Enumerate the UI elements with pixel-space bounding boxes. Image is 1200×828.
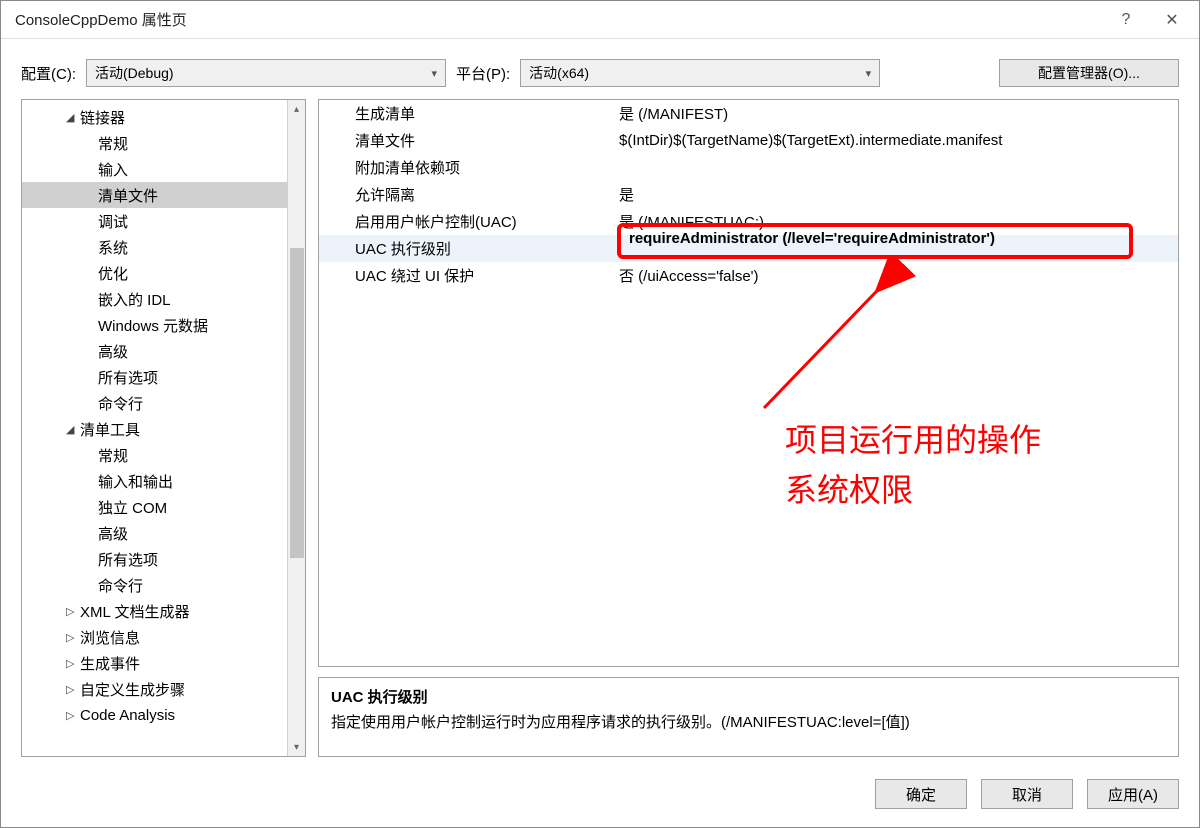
tree-item[interactable]: 常规 <box>22 130 287 156</box>
tree-node-xml-doc[interactable]: ▷XML 文档生成器 <box>22 598 287 624</box>
tree-node-code-analysis[interactable]: ▷Code Analysis <box>22 702 287 728</box>
tree-item[interactable]: 高级 <box>22 520 287 546</box>
tree-item[interactable]: 输入 <box>22 156 287 182</box>
tree-node-manifest-tool[interactable]: ◢清单工具 <box>22 416 287 442</box>
tree-item[interactable]: 常规 <box>22 442 287 468</box>
description-text: 指定使用用户帐户控制运行时为应用程序请求的执行级别。(/MANIFESTUAC:… <box>331 711 1166 732</box>
tree-item[interactable]: 所有选项 <box>22 364 287 390</box>
ok-button[interactable]: 确定 <box>875 779 967 809</box>
apply-button[interactable]: 应用(A) <box>1087 779 1179 809</box>
platform-dropdown[interactable]: 活动(x64) ▾ <box>520 59 880 87</box>
config-label: 配置(C): <box>21 63 76 84</box>
tree-panel: ◢链接器 常规 输入 清单文件 调试 系统 优化 嵌入的 IDL Windows… <box>21 99 306 757</box>
chevron-down-icon: ▾ <box>866 67 872 80</box>
prop-row-additional-deps[interactable]: 附加清单依赖项 <box>319 154 1178 181</box>
titlebar: ConsoleCppDemo 属性页 ? ✕ <box>1 1 1199 39</box>
tree-scrollbar[interactable]: ▴ ▾ <box>287 100 305 756</box>
titlebar-buttons: ? ✕ <box>1103 4 1195 36</box>
tree-item[interactable]: 调试 <box>22 208 287 234</box>
description-title: UAC 执行级别 <box>331 686 1166 707</box>
properties-panel: 生成清单 是 (/MANIFEST) 清单文件 $(IntDir)$(Targe… <box>318 99 1179 667</box>
footer-buttons: 确定 取消 应用(A) <box>1 767 1199 827</box>
scroll-down-icon[interactable]: ▾ <box>288 738 305 756</box>
window-title: ConsoleCppDemo 属性页 <box>15 9 1103 30</box>
prop-row-manifest-file[interactable]: 清单文件 $(IntDir)$(TargetName)$(TargetExt).… <box>319 127 1178 154</box>
config-row: 配置(C): 活动(Debug) ▾ 平台(P): 活动(x64) ▾ 配置管理… <box>1 39 1199 99</box>
config-dropdown[interactable]: 活动(Debug) ▾ <box>86 59 446 87</box>
tree-node-linker[interactable]: ◢链接器 <box>22 104 287 130</box>
right-panel: 生成清单 是 (/MANIFEST) 清单文件 $(IntDir)$(Targe… <box>318 99 1179 757</box>
tree-item[interactable]: 系统 <box>22 234 287 260</box>
property-page-window: ConsoleCppDemo 属性页 ? ✕ 配置(C): 活动(Debug) … <box>0 0 1200 828</box>
tree-item[interactable]: 所有选项 <box>22 546 287 572</box>
prop-row-uac-level[interactable]: UAC 执行级别 <box>319 235 1178 262</box>
prop-row-enable-uac[interactable]: 启用用户帐户控制(UAC) 是 (/MANIFESTUAC:) <box>319 208 1178 235</box>
platform-value: 活动(x64) <box>529 63 589 83</box>
prop-row-allow-isolation[interactable]: 允许隔离 是 <box>319 181 1178 208</box>
tree-node-browse-info[interactable]: ▷浏览信息 <box>22 624 287 650</box>
config-manager-button[interactable]: 配置管理器(O)... <box>999 59 1179 87</box>
description-panel: UAC 执行级别 指定使用用户帐户控制运行时为应用程序请求的执行级别。(/MAN… <box>318 677 1179 757</box>
tree-item-manifest-file[interactable]: 清单文件 <box>22 182 287 208</box>
scroll-thumb[interactable] <box>290 248 304 558</box>
scroll-up-icon[interactable]: ▴ <box>288 100 305 118</box>
tree-item[interactable]: 高级 <box>22 338 287 364</box>
config-value: 活动(Debug) <box>95 63 174 83</box>
tree-item[interactable]: 输入和输出 <box>22 468 287 494</box>
tree-item[interactable]: 优化 <box>22 260 287 286</box>
tree-node-build-events[interactable]: ▷生成事件 <box>22 650 287 676</box>
chevron-down-icon: ▾ <box>431 67 437 80</box>
tree-scroll: ◢链接器 常规 输入 清单文件 调试 系统 优化 嵌入的 IDL Windows… <box>22 100 287 756</box>
tree-item[interactable]: 独立 COM <box>22 494 287 520</box>
tree-item[interactable]: 嵌入的 IDL <box>22 286 287 312</box>
main-area: ◢链接器 常规 输入 清单文件 调试 系统 优化 嵌入的 IDL Windows… <box>1 99 1199 767</box>
platform-label: 平台(P): <box>456 63 510 84</box>
tree-item[interactable]: Windows 元数据 <box>22 312 287 338</box>
help-button[interactable]: ? <box>1103 4 1149 36</box>
cancel-button[interactable]: 取消 <box>981 779 1073 809</box>
annotation-text: 项目运行用的操作 系统权限 <box>785 416 1041 515</box>
prop-row-uac-bypass[interactable]: UAC 绕过 UI 保护 否 (/uiAccess='false') <box>319 262 1178 289</box>
prop-row-generate-manifest[interactable]: 生成清单 是 (/MANIFEST) <box>319 100 1178 127</box>
tree-item[interactable]: 命令行 <box>22 572 287 598</box>
close-button[interactable]: ✕ <box>1149 4 1195 36</box>
tree-node-custom-build[interactable]: ▷自定义生成步骤 <box>22 676 287 702</box>
tree-item[interactable]: 命令行 <box>22 390 287 416</box>
